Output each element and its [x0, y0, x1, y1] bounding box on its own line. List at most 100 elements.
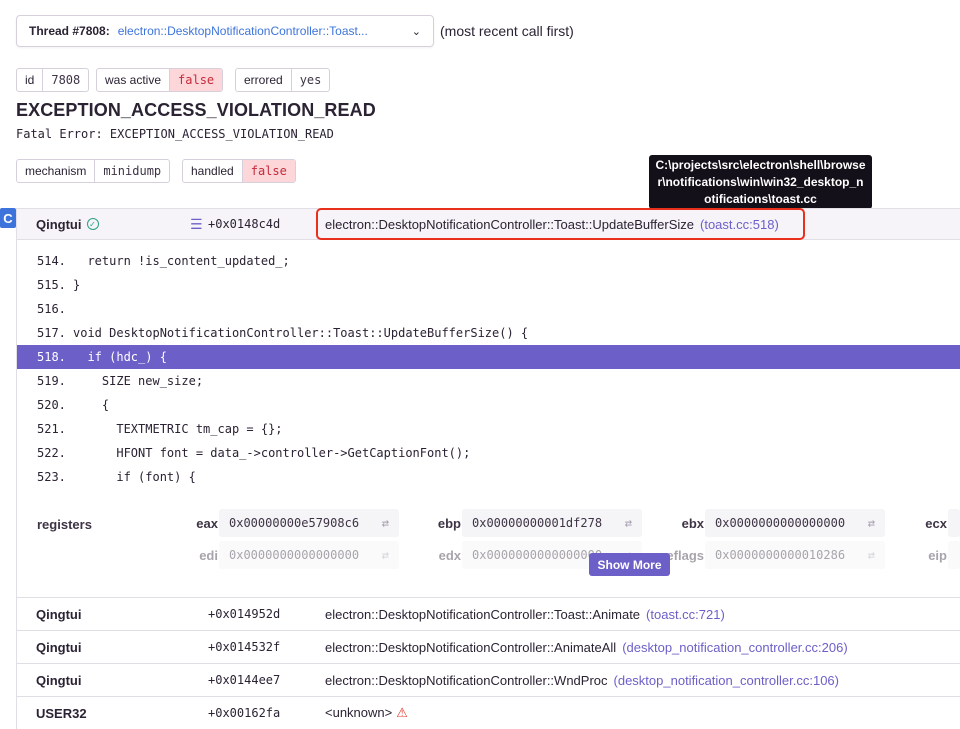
tag-key: was active [97, 69, 171, 91]
tag-was-active[interactable]: was active false [96, 68, 224, 92]
thread-selector[interactable]: Thread #7808: electron::DesktopNotificat… [16, 15, 434, 47]
line-source: } [73, 278, 81, 292]
chevron-down-icon: ⌄ [411, 25, 421, 38]
frame-function: electron::DesktopNotificationController:… [325, 640, 848, 655]
frame-address: +0x014532f [208, 640, 281, 654]
frame-address: +0x014952d [208, 607, 281, 621]
code-line: 521. TEXTMETRIC tm_cap = {}; [17, 417, 960, 441]
check-circle-icon: ✓ [86, 218, 99, 230]
register-value-text: 0x00000000e57908c6 [229, 516, 360, 530]
tag-key: id [17, 69, 44, 91]
tag-value: minidump [103, 164, 162, 178]
register-value-text: 0x0000000000000000 [472, 548, 603, 562]
line-number: 522. [37, 446, 66, 460]
tag-value: 7808 [51, 73, 81, 87]
frame-function-name: <unknown> [325, 705, 393, 720]
line-source: SIZE new_size; [73, 374, 204, 388]
register-value[interactable] [948, 541, 960, 569]
frame-address: +0x0148c4d [208, 217, 281, 231]
frame-function-name: electron::DesktopNotificationController:… [325, 639, 617, 655]
register-value[interactable]: 0x00000000e57908c6 ⇄ [219, 509, 399, 537]
frame-row[interactable]: Qingtui +0x0144ee7 electron::DesktopNotifi… [17, 663, 960, 696]
line-source: TEXTMETRIC tm_cap = {}; [73, 422, 283, 436]
swap-icon[interactable]: ⇄ [625, 516, 632, 530]
code-line: 522. HFONT font = data_->controller->Get… [17, 441, 960, 465]
line-source: if (font) { [73, 470, 196, 484]
frame-highlight-box [316, 208, 805, 240]
register-value[interactable]: 0x0000000000000000 ⇄ [219, 541, 399, 569]
registers-label: registers [37, 517, 92, 532]
frame-row[interactable]: Qingtui +0x014532f electron::DesktopNotifi… [17, 630, 960, 663]
frame-function: electron::DesktopNotificationController:… [325, 673, 839, 688]
frame-package-name: Qingtui [36, 672, 82, 688]
tag-key: mechanism [17, 160, 96, 182]
frame-package-name: Qingtui [36, 606, 82, 622]
frame-package-name: Qingtui [36, 639, 82, 655]
code-line: 519. SIZE new_size; [17, 369, 960, 393]
frame-file-link[interactable]: (toast.cc:721) [646, 607, 725, 622]
tag-key: handled [183, 160, 243, 182]
register-name: ecx [925, 516, 947, 531]
tag-handled[interactable]: handled false [182, 159, 296, 183]
tag-errored[interactable]: errored yes [235, 68, 331, 92]
line-source: if (hdc_) { [73, 350, 167, 364]
frame-file-link[interactable]: (desktop_notification_controller.cc:106) [614, 673, 839, 688]
frame-function: electron::DesktopNotificationController:… [325, 607, 725, 622]
tag-mechanism[interactable]: mechanism minidump [16, 159, 171, 183]
line-source: { [73, 398, 110, 412]
register-value[interactable]: 0x00000000001df278 ⇄ [462, 509, 642, 537]
warning-icon: ⚠ [396, 705, 408, 720]
line-source: void DesktopNotificationController::Toas… [73, 326, 529, 340]
register-name: eip [928, 548, 947, 563]
line-number: 520. [37, 398, 66, 412]
code-line: 517. void DesktopNotificationController::… [17, 321, 960, 345]
call-order-note: (most recent call first) [440, 23, 574, 39]
register-value[interactable] [948, 509, 960, 537]
tag-key: errored [236, 69, 292, 91]
frame-package: Qingtui ✓ [36, 217, 99, 232]
frame-function: <unknown> ⚠ [325, 705, 408, 721]
frame-address: +0x00162fa [208, 706, 281, 720]
register-name: edx [438, 548, 461, 563]
register-name: eflags [666, 548, 704, 563]
frame-row[interactable]: Qingtui +0x014952d electron::DesktopNotifi… [17, 597, 960, 630]
swap-icon[interactable]: ⇄ [382, 548, 389, 562]
tag-id[interactable]: id 7808 [16, 68, 90, 92]
frame-package: Qingtui [36, 673, 82, 688]
register-value-text: 0x0000000000010286 [715, 548, 846, 562]
frame-package: USER32 [36, 706, 87, 721]
frame-package-name: USER32 [36, 705, 87, 721]
line-number: 521. [37, 422, 66, 436]
register-name: ebp [437, 516, 461, 531]
line-number: 519. [37, 374, 66, 388]
swap-icon[interactable]: ⇄ [868, 548, 875, 562]
register-name: eax [196, 516, 218, 531]
line-number: 516. [37, 302, 66, 316]
frame-package: Qingtui [36, 607, 82, 622]
register-value-text: 0x00000000001df278 [472, 516, 603, 530]
line-number: 518. [37, 350, 66, 364]
frame-row[interactable]: USER32 +0x00162fa <unknown> ⚠ [17, 696, 960, 729]
exception-title: EXCEPTION_ACCESS_VIOLATION_READ [16, 100, 376, 120]
lines-icon[interactable]: ☰ [190, 216, 203, 233]
register-value[interactable]: 0x0000000000000000 ⇄ [705, 509, 885, 537]
register-name: edi [199, 548, 218, 563]
c-platform-icon: C [0, 208, 16, 228]
code-line: 516. [17, 297, 960, 321]
register-value-text: 0x0000000000000000 [229, 548, 360, 562]
show-more-button[interactable]: Show More [589, 553, 670, 576]
thread-selector-value: electron::DesktopNotificationController:… [117, 24, 368, 38]
line-source: HFONT font = data_->controller->GetCapti… [73, 446, 471, 460]
frame-file-link[interactable]: (desktop_notification_controller.cc:206) [622, 640, 847, 655]
register-name: ebx [681, 516, 704, 531]
frame-function-name: electron::DesktopNotificationController:… [325, 672, 608, 688]
swap-icon[interactable]: ⇄ [868, 516, 875, 530]
line-number: 514. [37, 254, 66, 268]
register-value-text: 0x0000000000000000 [715, 516, 846, 530]
frame-package: Qingtui [36, 640, 82, 655]
register-value[interactable]: 0x0000000000010286 ⇄ [705, 541, 885, 569]
swap-icon[interactable]: ⇄ [382, 516, 389, 530]
line-source: return !is_content_updated_; [73, 254, 290, 268]
line-number: 515. [37, 278, 66, 292]
tag-value: false [170, 69, 223, 91]
